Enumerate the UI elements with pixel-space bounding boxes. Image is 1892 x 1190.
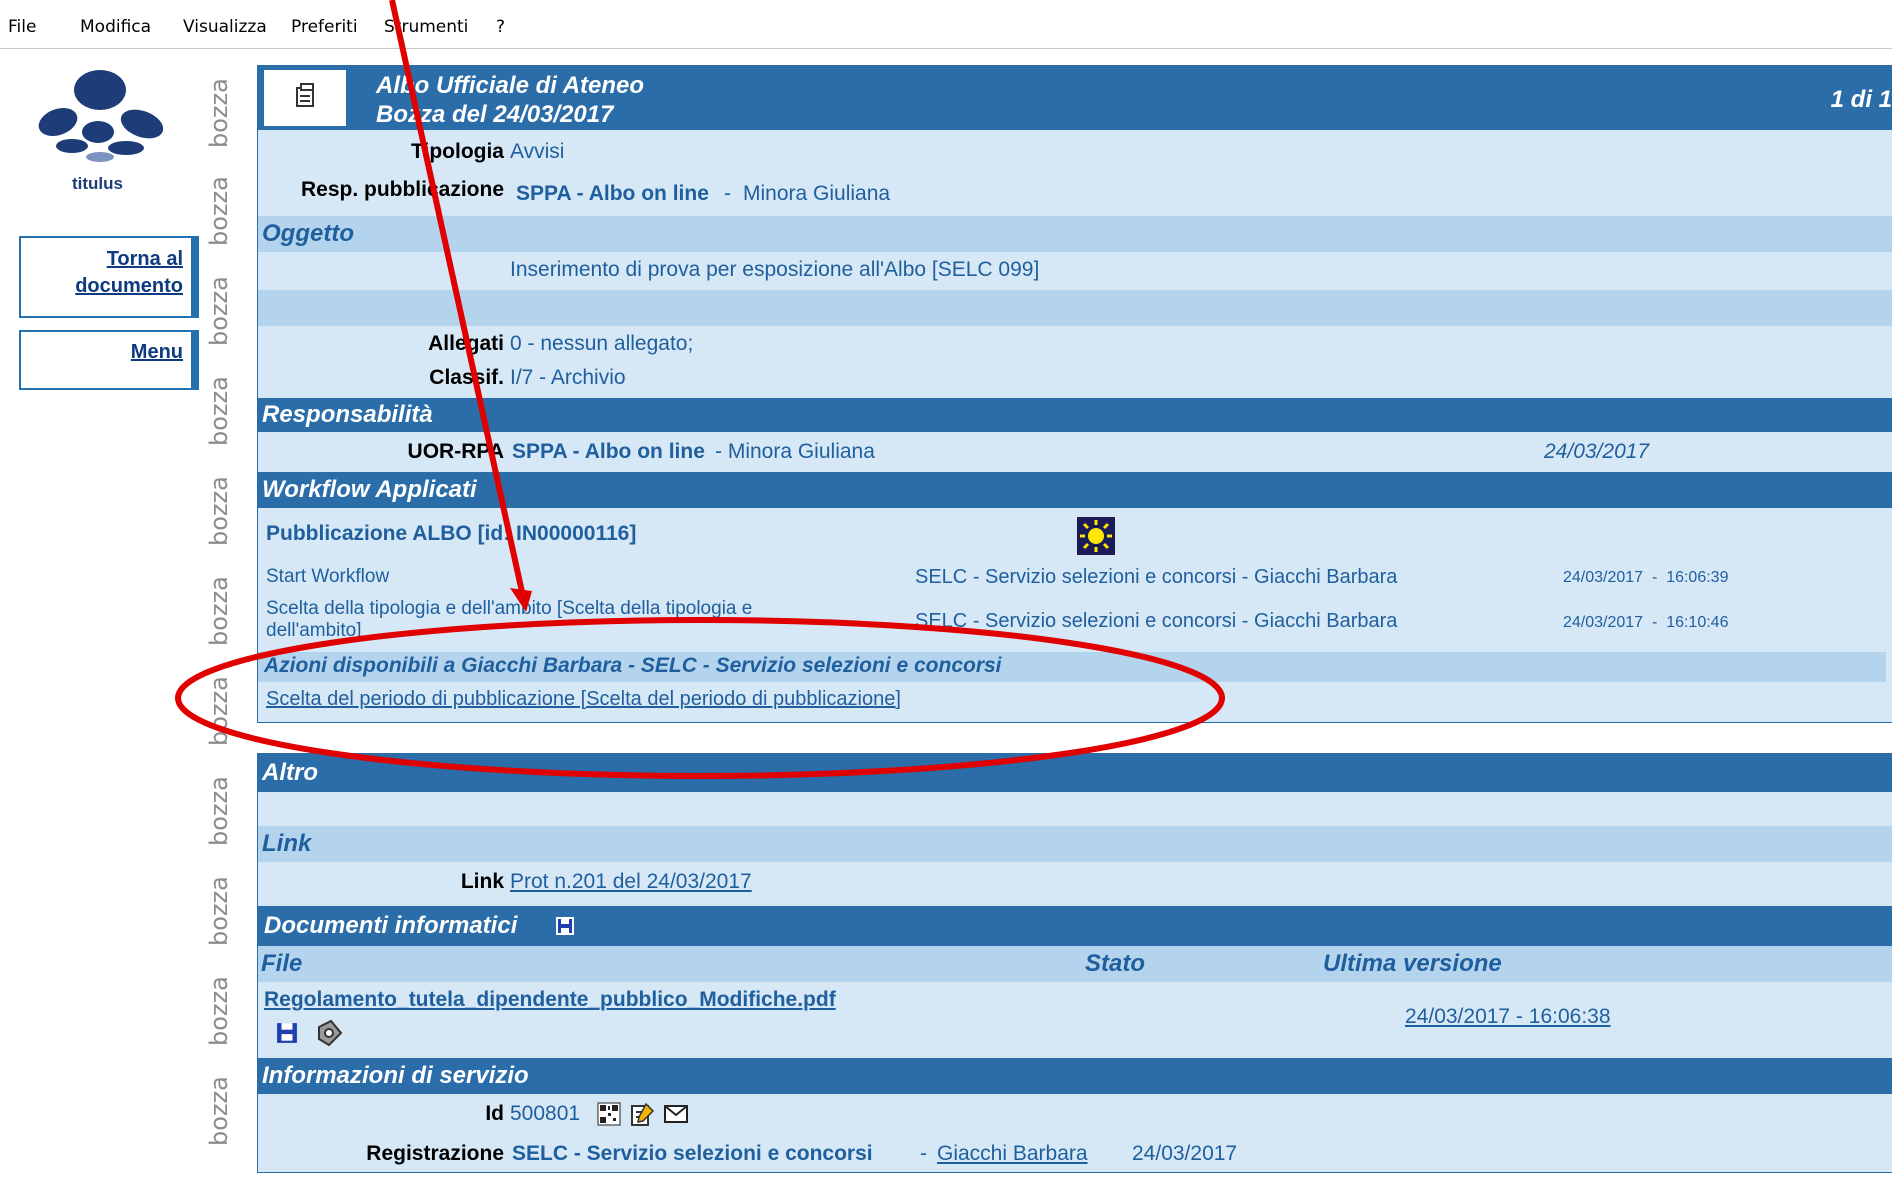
menu-button[interactable]: Menu (19, 330, 199, 390)
link-section-title: Link (262, 830, 312, 857)
logo-label: titulus (72, 174, 123, 193)
menu-strumenti[interactable]: Strumenti (384, 17, 468, 37)
registrazione-person-link[interactable]: Giacchi Barbara (937, 1142, 1088, 1166)
document-header: Albo Ufficiale di Ateneo Bozza del 24/03… (258, 66, 1892, 130)
registrazione-label: Registrazione (366, 1142, 504, 1165)
allegati-label: Allegati (428, 332, 504, 355)
altro-title: Altro (262, 759, 318, 786)
section-responsabilita: Responsabilità (258, 398, 1892, 432)
classif-value: I/7 - Archivio (510, 366, 626, 389)
menu-help[interactable]: ? (496, 17, 505, 37)
sun-status-icon (1077, 517, 1115, 555)
registrazione-separator: - (920, 1142, 927, 1165)
column-stato: Stato (1085, 950, 1145, 977)
menu-button-label[interactable]: Menu (131, 341, 183, 363)
email-icon[interactable] (664, 1104, 688, 1124)
link-label: Link (460, 870, 504, 893)
watermark: bozza (205, 476, 233, 546)
print-button[interactable] (264, 70, 346, 126)
save-file-icon[interactable] (276, 1022, 298, 1044)
section-servizio: Informazioni di servizio (258, 1058, 1892, 1094)
resp-label: Resp. pubblicazione (300, 178, 504, 201)
resp-office: SPPA - Albo on line (516, 182, 709, 205)
workflow-step-time: 24/03/2017 - 16:10:46 (1563, 614, 1729, 631)
workflow-title: Workflow Applicati (262, 476, 477, 503)
resp-person: Minora Giuliana (743, 182, 891, 205)
watermark: bozza (205, 676, 233, 746)
workflow-step-actor: SELC - Servizio selezioni e concorsi - G… (915, 566, 1398, 588)
column-file: File (261, 950, 303, 977)
qr-code-icon[interactable] (597, 1102, 621, 1126)
workflow-step-name: Start Workflow (266, 566, 390, 587)
protocol-link[interactable]: Prot n.201 del 24/03/2017 (510, 870, 752, 894)
workflow-step-time: 24/03/2017 - 16:06:39 (1563, 569, 1729, 586)
servizio-title: Informazioni di servizio (262, 1062, 529, 1089)
watermark: bozza (205, 276, 233, 346)
save-icon[interactable] (555, 916, 575, 936)
back-label-2[interactable]: documento (75, 275, 183, 297)
resp-separator: - (724, 182, 731, 205)
watermark: bozza (205, 1076, 233, 1146)
workflow-name: Pubblicazione ALBO [id: IN00000116] (266, 522, 637, 545)
oggetto-row (258, 252, 1892, 290)
id-label: Id (485, 1102, 504, 1125)
uor-rpa-office: SPPA - Albo on line (512, 440, 705, 463)
section-documenti: Documenti informatici (258, 906, 1892, 946)
watermark: bozza (205, 976, 233, 1046)
watermark: bozza (205, 576, 233, 646)
section-workflow: Workflow Applicati (258, 472, 1892, 508)
workflow-action-link[interactable]: Scelta del periodo di pubblicazione [Sce… (266, 688, 901, 711)
classif-label: Classif. (429, 366, 504, 389)
id-value: 500801 (510, 1102, 581, 1125)
menu-preferiti[interactable]: Preferiti (291, 17, 358, 37)
menu-modifica[interactable]: Modifica (80, 17, 151, 37)
section-altro: Altro (258, 754, 1892, 792)
version-link[interactable]: 24/03/2017 - 16:06:38 (1405, 1005, 1611, 1029)
tipologia-value: Avvisi (510, 140, 565, 163)
watermark: bozza (205, 876, 233, 946)
section-oggetto: Oggetto (258, 216, 1892, 252)
pager: 1 di 1 (1830, 86, 1892, 113)
documenti-title: Documenti informatici (264, 912, 518, 939)
registrazione-date: 24/03/2017 (1132, 1142, 1238, 1165)
responsabilita-title: Responsabilità (262, 401, 433, 428)
uor-rpa-date: 24/03/2017 (1544, 440, 1650, 463)
watermark: bozza (205, 78, 233, 148)
watermark: bozza (205, 776, 233, 846)
page-title: Albo Ufficiale di Ateneo (376, 72, 645, 99)
print-icon (296, 83, 314, 107)
page-subtitle: Bozza del 24/03/2017 (376, 101, 614, 128)
uor-rpa-person: - Minora Giuliana (715, 440, 875, 463)
oggetto-title: Oggetto (262, 220, 354, 247)
back-label-1[interactable]: Torna al (107, 248, 183, 270)
documenti-columns (258, 946, 1892, 982)
menu-bar: File Modifica Visualizza Preferiti Strum… (0, 0, 1892, 49)
workflow-step-actor: SELC - Servizio selezioni e concorsi - G… (915, 610, 1398, 632)
spacer-row (258, 290, 1892, 326)
watermark: bozza (205, 176, 233, 246)
signature-icon[interactable] (313, 1017, 345, 1049)
watermark: bozza (205, 376, 233, 446)
menu-visualizza[interactable]: Visualizza (183, 17, 267, 37)
menu-file[interactable]: File (8, 17, 36, 37)
actions-title: Azioni disponibili a Giacchi Barbara - S… (264, 654, 1002, 677)
column-ultima-versione: Ultima versione (1323, 950, 1502, 977)
tipologia-label: Tipologia (411, 140, 504, 163)
uor-rpa-label: UOR-RPA (407, 440, 504, 463)
workflow-step-name: Scelta della tipologia e dell'ambito [Sc… (266, 598, 753, 641)
section-link: Link (258, 826, 1892, 862)
allegati-value: 0 - nessun allegato; (510, 332, 694, 355)
oggetto-text: Inserimento di prova per esposizione all… (510, 258, 1040, 281)
registrazione-office: SELC - Servizio selezioni e concorsi (512, 1142, 873, 1165)
edit-document-icon[interactable] (628, 1100, 656, 1128)
altro-spacer (258, 792, 1892, 826)
back-to-document-button[interactable]: Torna al documento (19, 236, 199, 318)
file-link[interactable]: Regolamento_tutela_dipendente_pubblico_M… (264, 988, 836, 1012)
titulus-logo (38, 70, 164, 162)
